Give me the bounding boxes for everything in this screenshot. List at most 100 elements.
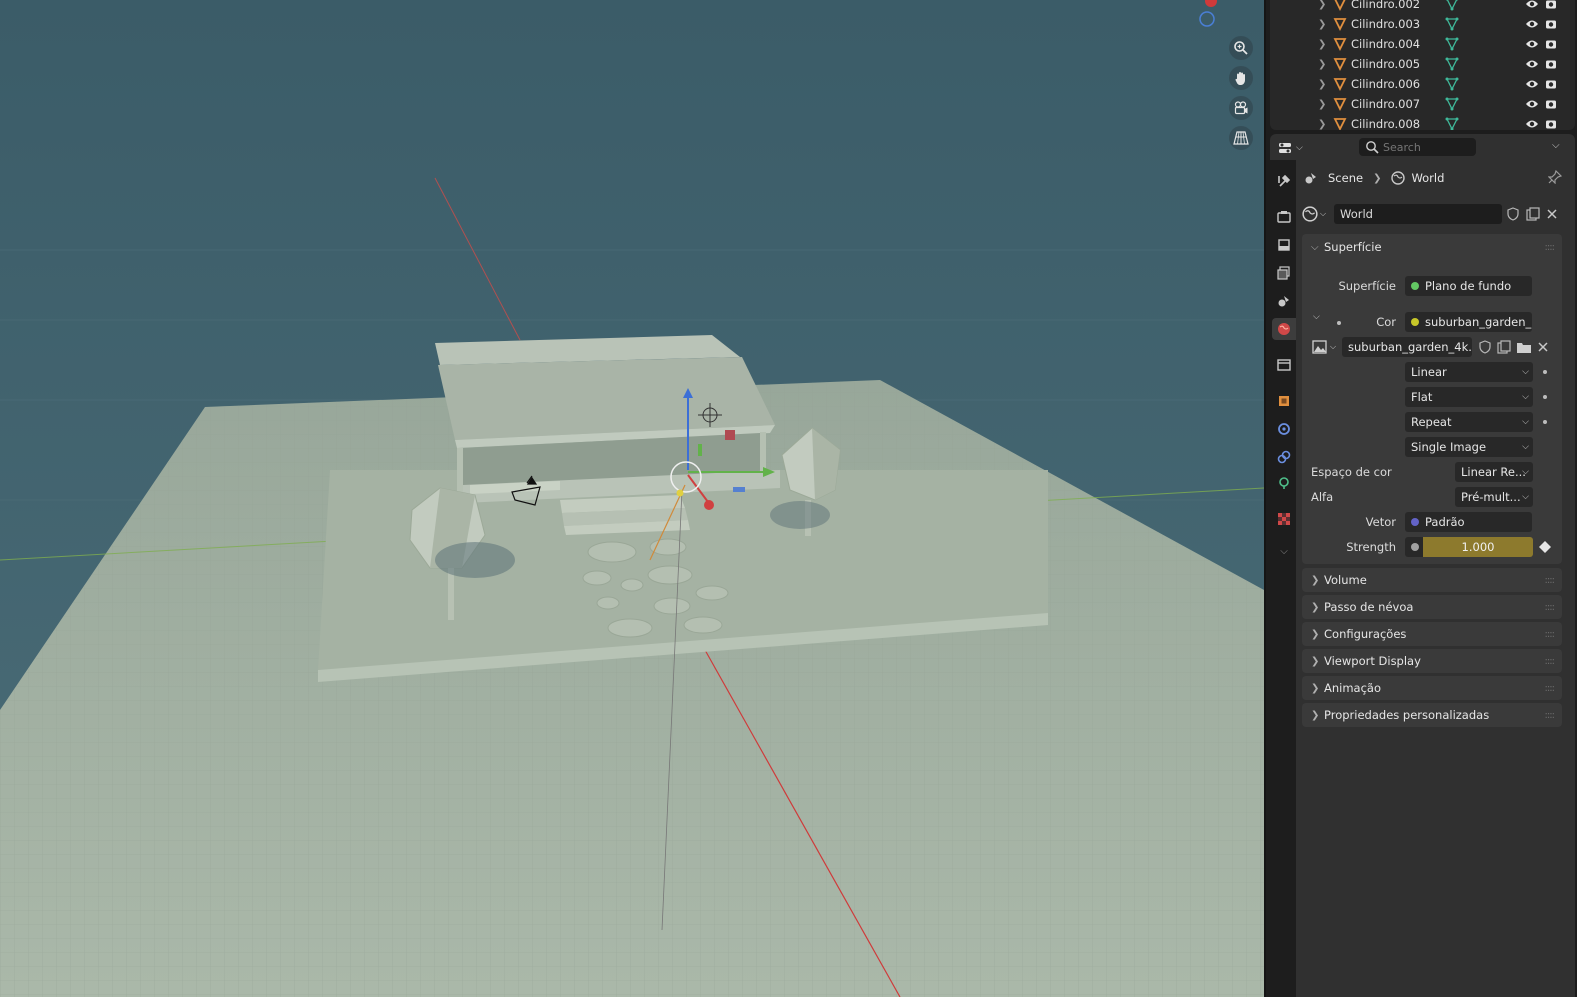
outliner-row[interactable]: ❯ Cilindro.006 (1270, 74, 1575, 94)
duplicate-icon[interactable] (1497, 340, 1511, 354)
keyframe-diamond-icon[interactable] (1539, 541, 1551, 553)
strength-slider[interactable]: 1.000 (1423, 537, 1533, 557)
drag-grip-icon[interactable]: :::: (1545, 575, 1556, 586)
tab-view-layer[interactable] (1272, 262, 1296, 284)
outliner-row[interactable]: ❯ Cilindro.008 (1270, 114, 1575, 130)
tab-output[interactable] (1272, 234, 1296, 256)
expand-icon[interactable]: ❯ (1318, 0, 1326, 10)
keyframe-dot-icon[interactable] (1543, 370, 1547, 374)
mesh-icon[interactable] (1445, 57, 1459, 71)
viewport-display-panel[interactable]: ❯ Viewport Display:::: (1302, 649, 1562, 673)
eye-icon[interactable] (1525, 58, 1539, 70)
keyframe-dot-icon[interactable] (1543, 420, 1547, 424)
mesh-icon[interactable] (1445, 37, 1459, 51)
mesh-icon[interactable] (1445, 17, 1459, 31)
tab-object[interactable] (1272, 390, 1296, 412)
keyframe-dot-icon[interactable] (1543, 395, 1547, 399)
tab-data[interactable] (1272, 472, 1296, 494)
mist-pass-panel-header[interactable]: ❯ Passo de névoa:::: (1302, 595, 1562, 619)
camera-render-icon[interactable] (1545, 18, 1557, 30)
expand-icon[interactable]: ❯ (1318, 79, 1326, 90)
keyframe-dot-icon[interactable] (1337, 321, 1341, 325)
camera-render-icon[interactable] (1545, 38, 1557, 50)
outliner-row[interactable]: ❯ Cilindro.004 (1270, 34, 1575, 54)
editor-type-selector[interactable]: ⌵ (1278, 139, 1306, 156)
color-input-field[interactable]: suburban_garden_... (1405, 312, 1532, 332)
expand-icon[interactable]: ❯ (1318, 99, 1326, 110)
camera-render-icon[interactable] (1545, 118, 1557, 130)
tab-modifiers[interactable] (1272, 418, 1296, 440)
tab-world[interactable] (1272, 318, 1296, 340)
camera-render-icon[interactable] (1545, 58, 1557, 70)
outliner-row[interactable]: ❯ Cilindro.007 (1270, 94, 1575, 114)
fake-user-shield-icon[interactable] (1478, 340, 1492, 354)
image-browse-button[interactable]: ⌵ (1312, 338, 1340, 356)
viewport-display-panel-header[interactable]: ❯ Viewport Display:::: (1302, 649, 1562, 673)
eye-icon[interactable] (1525, 98, 1539, 110)
pin-icon[interactable] (1548, 170, 1562, 184)
world-name-field[interactable]: World (1334, 204, 1502, 224)
settings-panel[interactable]: ❯ Configurações:::: (1302, 622, 1562, 646)
expand-icon[interactable]: ❯ (1318, 19, 1326, 30)
eye-icon[interactable] (1525, 38, 1539, 50)
search-field[interactable] (1359, 138, 1476, 156)
unlink-close-icon[interactable] (1546, 208, 1558, 220)
image-name-field[interactable]: suburban_garden_4k... (1342, 337, 1472, 357)
outliner-row[interactable]: ❯ Cilindro.003 (1270, 14, 1575, 34)
eye-icon[interactable] (1525, 18, 1539, 30)
mesh-icon[interactable] (1445, 77, 1459, 91)
mesh-icon[interactable] (1445, 0, 1459, 11)
outliner-row[interactable]: ❯ Cilindro.002 (1270, 0, 1575, 14)
duplicate-icon[interactable] (1526, 207, 1540, 221)
camera-render-icon[interactable] (1545, 0, 1557, 10)
projection-dropdown[interactable]: Flat ⌵ (1405, 387, 1533, 407)
chevron-down-icon[interactable]: ⌵ (1313, 312, 1320, 322)
hand-icon[interactable] (1229, 66, 1253, 90)
expand-icon[interactable]: ❯ (1318, 119, 1326, 130)
outliner[interactable]: ❯ Cilindro.002 ❯ Cilindro.003 ❯ Cilindro… (1270, 0, 1575, 130)
mist-pass-panel[interactable]: ❯ Passo de névoa:::: (1302, 595, 1562, 619)
search-input[interactable] (1383, 140, 1473, 154)
vector-input-field[interactable]: Padrão (1405, 512, 1532, 532)
strength-socket[interactable] (1405, 537, 1423, 557)
tab-render[interactable] (1272, 206, 1296, 228)
mesh-icon[interactable] (1445, 97, 1459, 111)
options-chevron-icon[interactable]: ⌵ (1552, 140, 1560, 151)
fake-user-shield-icon[interactable] (1506, 207, 1520, 221)
world-browse-button[interactable]: ⌵ (1302, 205, 1332, 223)
tab-physics[interactable] (1272, 446, 1296, 468)
mesh-icon[interactable] (1445, 117, 1459, 130)
custom-properties-panel-header[interactable]: ❯ Propriedades personalizadas:::: (1302, 703, 1562, 727)
drag-grip-icon[interactable]: :::: (1545, 683, 1556, 694)
grid-icon[interactable] (1229, 126, 1253, 150)
expand-icon[interactable]: ❯ (1318, 59, 1326, 70)
eye-icon[interactable] (1525, 78, 1539, 90)
drag-grip-icon[interactable]: :::: (1545, 656, 1556, 667)
alpha-dropdown[interactable]: Pré-mult... ⌵ (1455, 487, 1533, 507)
colorspace-dropdown[interactable]: Linear Re... ⌵ (1455, 462, 1533, 482)
tab-tool[interactable] (1272, 170, 1296, 192)
tab-collection[interactable] (1272, 354, 1296, 376)
animation-panel-header[interactable]: ❯ Animação:::: (1302, 676, 1562, 700)
3d-viewport[interactable] (0, 0, 1264, 997)
folder-icon[interactable] (1516, 340, 1532, 354)
drag-grip-icon[interactable]: :::: (1545, 629, 1556, 640)
zoom-icon[interactable] (1229, 36, 1253, 60)
volume-panel[interactable]: ❯ Volume:::: (1302, 568, 1562, 592)
surface-shader-field[interactable]: Plano de fundo (1405, 276, 1532, 296)
eye-icon[interactable] (1525, 118, 1539, 130)
tab-scene[interactable] (1272, 290, 1296, 312)
camera-render-icon[interactable] (1545, 78, 1557, 90)
animation-panel[interactable]: ❯ Animação:::: (1302, 676, 1562, 700)
surface-panel-header[interactable]: ⌵ Superfície :::: (1302, 234, 1562, 260)
custom-properties-panel[interactable]: ❯ Propriedades personalizadas:::: (1302, 703, 1562, 727)
camera-render-icon[interactable] (1545, 98, 1557, 110)
volume-panel-header[interactable]: ❯ Volume:::: (1302, 568, 1562, 592)
expand-icon[interactable]: ❯ (1318, 39, 1326, 50)
camera-icon[interactable] (1229, 96, 1253, 120)
tab-more-chevron-icon[interactable]: ⌵ (1272, 540, 1296, 562)
tab-texture[interactable] (1272, 508, 1296, 530)
settings-panel-header[interactable]: ❯ Configurações:::: (1302, 622, 1562, 646)
drag-grip-icon[interactable]: :::: (1545, 602, 1556, 613)
drag-grip-icon[interactable]: :::: (1545, 710, 1556, 721)
